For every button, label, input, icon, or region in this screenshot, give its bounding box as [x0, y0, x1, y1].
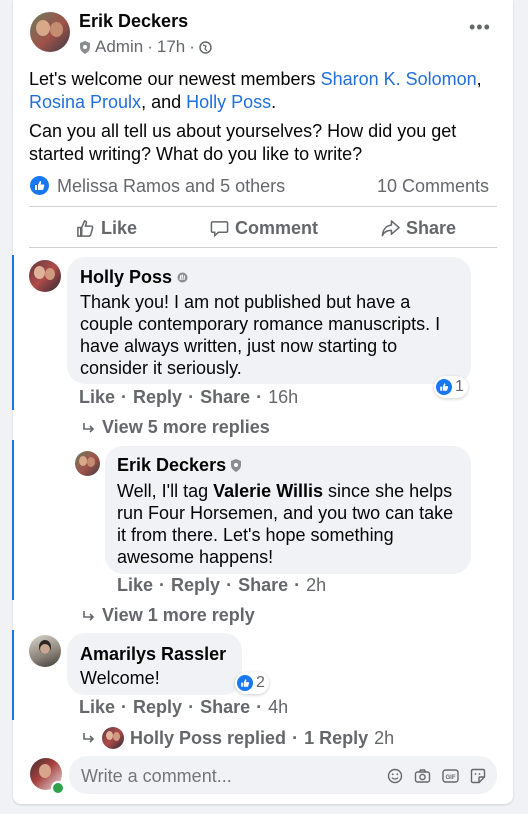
comment-reaction-holly[interactable]: 1 — [434, 376, 468, 398]
admin-shield-icon — [80, 40, 90, 54]
reactions-summary[interactable]: Melissa Ramos and 5 others — [57, 176, 285, 197]
thread-line-2 — [12, 440, 14, 600]
share-button[interactable]: Share — [381, 218, 456, 239]
comment-author-amarilys[interactable]: Amarilys Rassler — [80, 644, 226, 665]
reply-arrow-icon — [83, 610, 95, 621]
post-meta: Admin · 17h · — [79, 37, 212, 57]
like-reaction-icon — [237, 675, 253, 691]
mention-rosina[interactable]: Rosina Proulx — [29, 92, 141, 112]
comment-like-link[interactable]: Like — [79, 697, 115, 718]
post-author-name[interactable]: Erik Deckers — [79, 11, 188, 32]
mention-valerie[interactable]: Valerie Willis — [213, 481, 323, 501]
gif-icon[interactable]: GIF — [442, 768, 459, 784]
mention-sharon[interactable]: Sharon K. Solomon — [321, 69, 477, 89]
comment-share-link[interactable]: Share — [200, 387, 250, 408]
comment-reply-link[interactable]: Reply — [133, 387, 182, 408]
reply-arrow-icon — [83, 733, 95, 743]
comment-input[interactable] — [79, 762, 373, 790]
comment-actions-holly: Like · Reply · Share · 16h — [79, 387, 299, 408]
wave-badge-icon — [177, 272, 188, 283]
comment-text-erik: Well, I'll tag Valerie Willis since she … — [117, 481, 454, 567]
more-horizontal-icon[interactable]: ••• — [469, 17, 491, 38]
comment-actions-amarilys: Like · Reply · Share · 4h — [79, 697, 289, 718]
view-more-replies-2[interactable]: View 1 more reply — [82, 605, 255, 626]
globe-icon[interactable] — [199, 40, 212, 54]
comment-like-link[interactable]: Like — [79, 387, 115, 408]
comment-share-link[interactable]: Share — [238, 575, 288, 596]
replied-summary[interactable]: Holly Poss replied · 1 Reply 2h — [82, 727, 394, 749]
comment-time[interactable]: 16h — [268, 387, 298, 408]
post-card: Erik Deckers Admin · 17h · ••• Let's wel… — [12, 0, 513, 804]
comment-author-holly[interactable]: Holly Poss — [80, 267, 189, 288]
comment-actions-erik: Like · Reply · Share · 2h — [117, 575, 327, 596]
view-more-replies-1[interactable]: View 5 more replies — [82, 417, 270, 438]
mention-holly[interactable]: Holly Poss — [186, 92, 271, 112]
comment-time[interactable]: 2h — [306, 575, 326, 596]
online-status-dot — [51, 781, 65, 795]
sticker-icon[interactable] — [470, 768, 486, 784]
replier-avatar-holly — [102, 727, 124, 749]
comment-button[interactable]: Comment — [210, 218, 318, 239]
commenter-avatar-amarilys[interactable] — [29, 635, 61, 667]
thread-line-3 — [12, 630, 14, 720]
comment-author-erik[interactable]: Erik Deckers — [117, 455, 242, 476]
camera-icon[interactable] — [414, 768, 431, 784]
like-reaction-icon — [436, 379, 452, 395]
svg-text:GIF: GIF — [446, 775, 456, 781]
comment-composer[interactable]: GIF — [69, 756, 497, 794]
commenter-avatar-holly[interactable] — [29, 260, 61, 292]
comment-like-link[interactable]: Like — [117, 575, 153, 596]
comments-count[interactable]: 10 Comments — [377, 176, 489, 197]
comment-reaction-amarilys[interactable]: 2 — [235, 672, 269, 694]
comment-reply-link[interactable]: Reply — [171, 575, 220, 596]
share-arrow-icon — [381, 220, 400, 237]
comment-bubble-icon — [210, 221, 229, 238]
comment-share-link[interactable]: Share — [200, 697, 250, 718]
commenter-avatar-erik[interactable] — [75, 451, 100, 476]
comment-time[interactable]: 4h — [268, 697, 288, 718]
thread-line-1 — [12, 255, 14, 410]
thumbs-up-icon — [77, 220, 94, 237]
emoji-icon[interactable] — [387, 768, 403, 784]
comment-reply-link[interactable]: Reply — [133, 697, 182, 718]
admin-shield-icon — [231, 459, 242, 472]
post-time[interactable]: 17h — [157, 37, 185, 57]
divider-bottom — [29, 247, 497, 248]
post-author-avatar[interactable] — [30, 12, 70, 52]
divider-top — [29, 206, 497, 207]
like-button[interactable]: Like — [76, 218, 137, 239]
admin-label: Admin — [95, 37, 144, 56]
post-text-line1: Let's welcome our newest members Sharon … — [29, 69, 482, 112]
comment-text-amarilys: Welcome! — [80, 668, 160, 688]
reply-arrow-icon — [83, 422, 95, 433]
post-text-line2: Can you all tell us about yourselves? Ho… — [29, 121, 457, 164]
like-reaction-icon[interactable] — [30, 176, 49, 195]
comment-text-holly: Thank you! I am not published but have a… — [80, 292, 441, 378]
